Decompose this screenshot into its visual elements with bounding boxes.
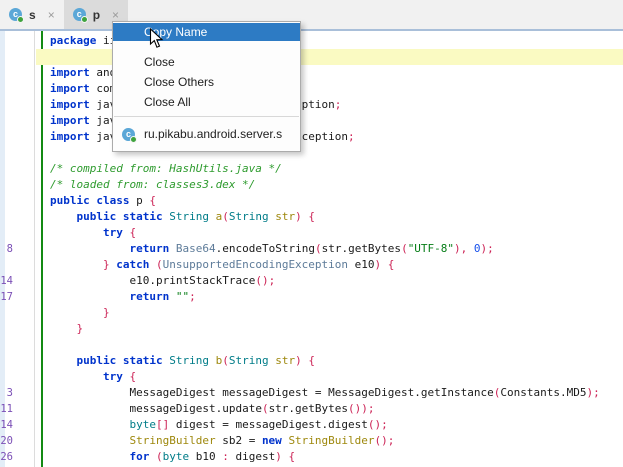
gutter-line-number: 14 [0, 273, 13, 289]
code-line: } catch (UnsupportedEncodingException e1… [0, 257, 623, 273]
gutter-line-number [0, 225, 13, 241]
menu-item-full-class-name[interactable]: c ru.pikabu.android.server.s [113, 120, 300, 148]
gutter-line-number [0, 353, 13, 369]
gutter-line-number [0, 145, 13, 161]
menu-item-close-all[interactable]: Close All [113, 92, 300, 112]
menu-item-close[interactable]: Close [113, 52, 300, 72]
gutter-line-number [0, 337, 13, 353]
tab-p-label: p [93, 8, 100, 22]
code-line [0, 49, 623, 65]
code-line: 11 messageDigest.update(str.getBytes()); [0, 401, 623, 417]
gutter-line-number [0, 209, 13, 225]
code-line [0, 337, 623, 353]
context-menu-items: Copy Name CloseClose OthersClose All [113, 23, 300, 112]
code-line: } [0, 321, 623, 337]
code-line: 17 return ""; [0, 289, 623, 305]
code-line: import java.security.MessageDigest; [0, 113, 623, 129]
gutter-line-number [0, 129, 13, 145]
code-line [0, 145, 623, 161]
code-area[interactable]: package ii;import android.util.Base64;im… [0, 33, 623, 465]
code-line: 3 MessageDigest messageDigest = MessageD… [0, 385, 623, 401]
code-line: /* loaded from: classes3.dex */ [0, 177, 623, 193]
tab-context-menu: Copy Name CloseClose OthersClose All c ru… [112, 21, 301, 152]
gutter-line-number: 11 [0, 401, 13, 417]
code-line: /* compiled from: HashUtils.java */ [0, 161, 623, 177]
class-icon: c [122, 128, 135, 141]
tab-s-label: s [29, 8, 36, 22]
gutter-line-number [0, 65, 13, 81]
code-line: package ii; [0, 33, 623, 49]
code-line: import java.security.NoSuchAlgorithmExce… [0, 129, 623, 145]
menu-separator [114, 116, 299, 117]
gutter-line-number: 17 [0, 289, 13, 305]
gutter-line-number: 14 [0, 417, 13, 433]
gutter-line-number [0, 97, 13, 113]
gutter-line-number: 8 [0, 241, 13, 257]
code-editor[interactable]: package ii;import android.util.Base64;im… [0, 31, 623, 467]
code-line: import android.util.Base64; [0, 65, 623, 81]
code-line: public static String b(String str) { [0, 353, 623, 369]
full-class-name-label: ru.pikabu.android.server.s [144, 127, 282, 141]
gutter-line-number [0, 305, 13, 321]
public-class-dot-icon [130, 136, 137, 143]
close-tab-icon[interactable]: × [48, 9, 55, 21]
gutter-line-number [0, 161, 13, 177]
gutter-line-number [0, 33, 13, 49]
code-line: 20 StringBuilder sb2 = new StringBuilder… [0, 433, 623, 449]
public-class-dot-icon [17, 16, 24, 23]
code-line: public class p { [0, 193, 623, 209]
menu-item-close-others[interactable]: Close Others [113, 72, 300, 92]
ide-window: c s × c p × package ii; import android.ut… [0, 0, 623, 467]
code-line: 26 for (byte b10 : digest) { [0, 449, 623, 465]
code-line: 14 byte[] digest = messageDigest.digest(… [0, 417, 623, 433]
gutter-line-number: 3 [0, 385, 13, 401]
menu-item-copy-name[interactable]: Copy Name [113, 23, 300, 41]
code-line: 8 return Base64.encodeToString(str.getBy… [0, 241, 623, 257]
gutter-line-number [0, 177, 13, 193]
code-line: import java.io.UnsupportedEncodingExcept… [0, 97, 623, 113]
class-icon: c [73, 8, 86, 21]
gutter-line-number [0, 369, 13, 385]
code-line: try { [0, 225, 623, 241]
gutter-line-number [0, 193, 13, 209]
public-class-dot-icon [81, 16, 88, 23]
gutter-line-number [0, 113, 13, 129]
class-icon: c [9, 8, 22, 21]
code-line: import com.adjust.sdk.Constants; [0, 81, 623, 97]
gutter-line-number: 20 [0, 433, 13, 449]
tab-s[interactable]: c s × [0, 0, 64, 29]
code-line: try { [0, 369, 623, 385]
gutter-line-number [0, 321, 13, 337]
gutter-line-number: 26 [0, 449, 13, 465]
code-line: public static String a(String str) { [0, 209, 623, 225]
close-tab-icon[interactable]: × [112, 9, 119, 21]
code-line: 14 e10.printStackTrace(); [0, 273, 623, 289]
gutter-line-number [0, 81, 13, 97]
code-line: } [0, 305, 623, 321]
editor-tab-bar: c s × c p × [0, 0, 623, 29]
menu-gap [113, 41, 300, 52]
gutter-line-number [0, 49, 13, 65]
gutter-line-number [0, 257, 13, 273]
